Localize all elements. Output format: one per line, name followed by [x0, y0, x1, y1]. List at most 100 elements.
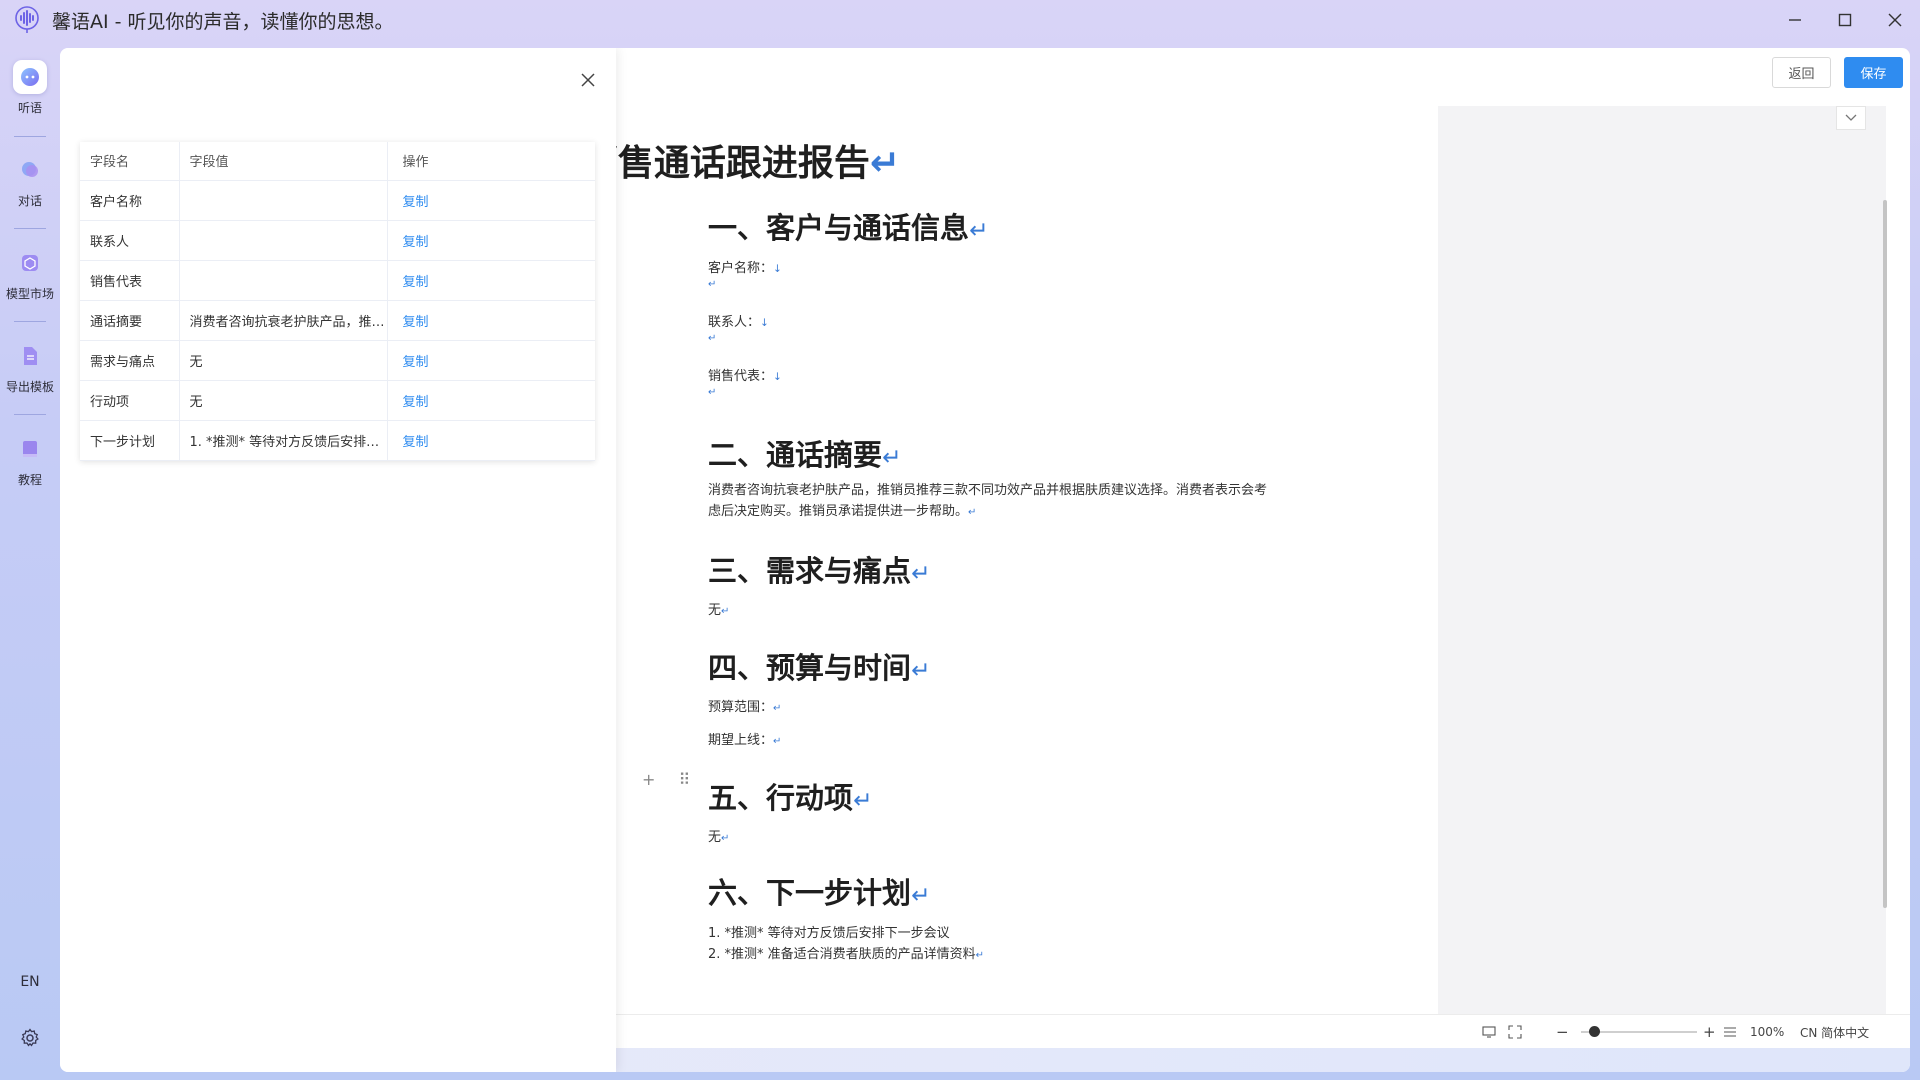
copy-button[interactable]: 复制 [403, 315, 429, 330]
sidebar-divider [14, 414, 46, 415]
table-row: 需求与痛点 无 复制 [80, 340, 595, 381]
copy-button[interactable]: 复制 [403, 435, 429, 450]
table-row: 联系人 复制 [80, 220, 595, 261]
section-heading: 五、行动项↵ [708, 781, 873, 815]
document-title-text: 销售通话跟进报告 [581, 143, 870, 184]
maximize-button[interactable] [1820, 0, 1870, 40]
actions-text: 无↵ [708, 830, 730, 845]
sidebar-item-tutorial[interactable]: 教程 [0, 432, 60, 488]
field-value-cell [179, 260, 388, 301]
fit-width-button[interactable] [1723, 1015, 1737, 1049]
action-cell: 复制 [387, 420, 595, 461]
field-name-cell: 销售代表 [80, 260, 180, 301]
field-name-cell: 通话摘要 [80, 300, 180, 341]
column-header-field-name: 字段名 [80, 142, 180, 181]
copy-button[interactable]: 复制 [403, 395, 429, 410]
copy-button[interactable]: 复制 [403, 355, 429, 370]
book-icon [13, 432, 47, 466]
field-contact: 联系人：↓ ↵ [708, 315, 769, 344]
field-label: 联系人： [708, 315, 761, 330]
field-customer-name: 客户名称：↓ ↵ [708, 261, 782, 290]
save-button[interactable]: 保存 [1844, 57, 1903, 88]
add-block-icon[interactable]: + [642, 770, 655, 789]
document-language[interactable]: CN 简体中文 [1800, 1015, 1869, 1049]
fullscreen-icon [1508, 1025, 1522, 1039]
field-budget: 预算范围：↵ [708, 700, 782, 715]
copy-button[interactable]: 复制 [403, 275, 429, 290]
summary-text: 消费者咨询抗衰老护肤产品，推销员推荐三款不同功效产品并根据肤质建议选择。消费者表… [708, 483, 1268, 519]
language-toggle[interactable]: EN [0, 974, 60, 990]
document-icon [13, 339, 47, 373]
field-value-cell [179, 220, 388, 261]
table-row: 下一步计划 1. *推测* 等待对方反馈后安排下一步会议 2. *推测* 准备适… [80, 420, 595, 461]
back-button[interactable]: 返回 [1772, 57, 1831, 88]
sidebar: 听语 对话 模型市场 导出模板 教程 [0, 48, 60, 1080]
gear-icon [21, 1028, 39, 1047]
fullscreen-button[interactable] [1508, 1015, 1522, 1049]
sidebar-item-model-market[interactable]: 模型市场 [0, 246, 60, 302]
field-label: 预算范围： [708, 700, 774, 715]
sidebar-item-label: 模型市场 [5, 287, 54, 301]
section-heading-text: 二、通话摘要 [708, 438, 883, 472]
copy-button[interactable]: 复制 [403, 235, 429, 250]
table-row: 行动项 无 复制 [80, 380, 595, 421]
sidebar-item-label: 对话 [17, 194, 42, 208]
sidebar-item-label: 教程 [17, 473, 42, 487]
field-label: 期望上线： [708, 733, 774, 748]
table-row: 通话摘要 消费者咨询抗衰老护肤产品，推销员推荐三款不同功效产品并根据肤质建议选择… [80, 300, 595, 341]
action-cell: 复制 [387, 180, 595, 221]
summary-paragraph: 消费者咨询抗衰老护肤产品，推销员推荐三款不同功效产品并根据肤质建议选择。消费者表… [708, 483, 1268, 519]
action-cell: 复制 [387, 260, 595, 301]
field-name-cell: 联系人 [80, 220, 180, 261]
minimize-icon [1789, 19, 1801, 21]
section-heading-text: 三、需求与痛点 [708, 554, 912, 588]
field-panel: 字段名 字段值 操作 客户名称 复制 联系人 复制 销售代表 复制 通话摘要 消… [60, 48, 616, 1072]
collapse-button[interactable] [1836, 106, 1866, 130]
zoom-level[interactable]: 100% [1750, 1015, 1784, 1049]
close-panel-button[interactable] [576, 68, 600, 92]
section-heading: 一、客户与通话信息↵ [708, 211, 989, 245]
field-launch: 期望上线：↵ [708, 733, 782, 748]
section-heading: 六、下一步计划↵ [708, 876, 931, 910]
section-heading: 二、通话摘要↵ [708, 438, 902, 472]
sidebar-item-tingyu[interactable]: 听语 [0, 60, 60, 116]
copy-button[interactable]: 复制 [403, 195, 429, 210]
settings-button[interactable] [20, 1028, 40, 1052]
zoom-in-button[interactable]: + [1703, 1015, 1716, 1049]
field-value-cell: 无 [179, 380, 388, 421]
sidebar-item-duihua[interactable]: 对话 [0, 153, 60, 209]
action-cell: 复制 [387, 220, 595, 261]
close-icon [581, 73, 595, 87]
plan-item-text: 2. *推测* 准备适合消费者肤质的产品详情资料 [708, 947, 976, 962]
drag-handle-icon[interactable]: ⠿ [679, 770, 691, 789]
chat-bubble-icon [13, 153, 47, 187]
title-bar: 馨语AI - 听见你的声音，读懂你的思想。 [0, 0, 1920, 40]
action-cell: 复制 [387, 380, 595, 421]
field-name-cell: 需求与痛点 [80, 340, 180, 381]
section-heading: 四、预算与时间↵ [708, 651, 931, 685]
field-sales-rep: 销售代表：↓ ↵ [708, 369, 782, 398]
sidebar-item-label: 导出模板 [5, 380, 54, 394]
chevron-down-icon [1845, 114, 1857, 121]
chat-bot-icon [13, 60, 47, 94]
field-value-cell [179, 180, 388, 221]
field-value-cell: 1. *推测* 等待对方反馈后安排下一步会议 2. *推测* 准备适合消费者肤质… [179, 420, 388, 461]
section-heading-text: 四、预算与时间 [708, 651, 912, 685]
plan-item: 1. *推测* 等待对方反馈后安排下一步会议 [708, 926, 950, 941]
zoom-slider-handle[interactable] [1589, 1026, 1600, 1037]
app-title: 馨语AI - 听见你的声音，读懂你的思想。 [52, 10, 394, 33]
field-name-cell: 下一步计划 [80, 420, 180, 461]
table-row: 销售代表 复制 [80, 260, 595, 301]
field-label: 客户名称： [708, 261, 774, 276]
app-logo-icon [12, 5, 42, 35]
comment-button[interactable] [1482, 1015, 1496, 1049]
minimize-button[interactable] [1770, 0, 1820, 40]
field-label: 销售代表： [708, 369, 774, 384]
zoom-out-button[interactable]: − [1556, 1015, 1569, 1049]
needs-text: 无↵ [708, 603, 730, 618]
vertical-scrollbar[interactable] [1883, 200, 1887, 908]
column-header-field-value: 字段值 [179, 142, 388, 181]
sidebar-item-export-template[interactable]: 导出模板 [0, 339, 60, 395]
section-heading-text: 六、下一步计划 [708, 876, 912, 910]
close-window-button[interactable] [1870, 0, 1920, 40]
